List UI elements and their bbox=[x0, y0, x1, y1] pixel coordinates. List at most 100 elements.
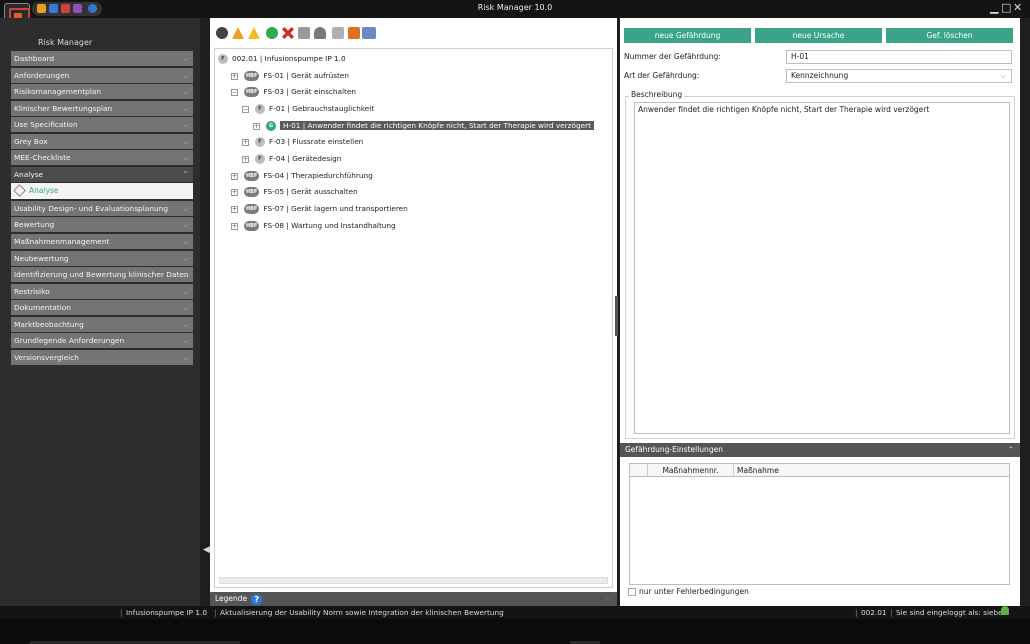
nav-label: Neubewertung bbox=[14, 253, 69, 263]
nav-item-neubewertung[interactable]: Neubewertung ⌵ bbox=[11, 250, 193, 266]
nav-subitem-analyse[interactable]: Analyse bbox=[11, 183, 193, 200]
table-icon[interactable] bbox=[362, 27, 376, 39]
node-separator: | bbox=[302, 121, 306, 130]
measures-grid[interactable]: Maßnahmennr. Maßnahme bbox=[629, 463, 1010, 585]
taskbar bbox=[0, 619, 1030, 644]
node-separator: | bbox=[286, 204, 289, 213]
expand-icon[interactable]: + bbox=[231, 172, 238, 180]
chevron-down-icon: ⌵ bbox=[182, 220, 189, 230]
nav-item-analyse[interactable]: Analyse ⌃ bbox=[11, 166, 193, 182]
nav-item-klinische-daten[interactable]: Identifizierung und Bewertung klinischer… bbox=[11, 267, 193, 283]
nav-item-versionsvergleich[interactable]: Versionsvergleich ⌵ bbox=[11, 349, 193, 365]
nav-item-dashboard[interactable]: Dashboard ⌵ bbox=[11, 51, 193, 66]
nav-item-marktbeobachtung[interactable]: Marktbeobachtung ⌵ bbox=[11, 316, 193, 332]
expand-icon[interactable]: + bbox=[231, 188, 238, 196]
column-header-massnahme[interactable]: Maßnahme bbox=[734, 464, 1009, 477]
node-label: FS-01 | Gerät aufrüsten bbox=[263, 71, 349, 80]
hazard-number-field[interactable]: H-01 bbox=[786, 50, 1012, 64]
glasses-icon[interactable] bbox=[216, 27, 228, 39]
hazard-type-select[interactable]: Kennzeichnung ⌵ bbox=[786, 69, 1012, 83]
tree-node[interactable]: − F F-01 | Gebrauchstauglichkeit bbox=[242, 103, 374, 115]
tree-node[interactable]: + HBF FS-07 | Gerät lagern und transportie… bbox=[231, 203, 408, 215]
quick-save-icon[interactable] bbox=[49, 4, 58, 13]
expand-icon[interactable]: + bbox=[231, 205, 238, 213]
copy-icon[interactable] bbox=[298, 27, 310, 39]
checkbox-box[interactable] bbox=[628, 588, 636, 596]
nav-label: MEE-Checkliste bbox=[14, 153, 71, 163]
add-icon[interactable] bbox=[266, 27, 278, 39]
hazard-tree[interactable]: F 002.01 | Infusionspumpe IP 1.0 + HBF FS-0… bbox=[214, 48, 613, 588]
expand-icon[interactable]: + bbox=[242, 138, 249, 146]
nav-item-use-specification[interactable]: Use Specification ⌵ bbox=[11, 117, 193, 133]
collapse-icon[interactable]: − bbox=[242, 105, 249, 113]
nav-item-dokumentation[interactable]: Dokumentation ⌵ bbox=[11, 300, 193, 316]
new-hazard-button[interactable]: neue Gefährdung bbox=[624, 28, 751, 43]
node-label: F-01 | Gebrauchstauglichkeit bbox=[269, 104, 374, 113]
tree-node[interactable]: + HBF FS-05 | Gerät ausschalten bbox=[231, 186, 358, 198]
description-textarea[interactable]: Anwender findet die richtigen Knöpfe nic… bbox=[634, 102, 1010, 434]
quick-settings-icon[interactable] bbox=[73, 4, 82, 13]
legend-bar[interactable]: Legende? ⌵ bbox=[210, 592, 617, 606]
tree-node-root[interactable]: F 002.01 | Infusionspumpe IP 1.0 bbox=[218, 53, 346, 65]
expand-icon[interactable]: + bbox=[253, 122, 260, 130]
expand-icon[interactable]: + bbox=[242, 155, 249, 163]
close-icon[interactable]: ✕ bbox=[1013, 1, 1022, 14]
status-separator: | bbox=[120, 608, 123, 617]
tree-node[interactable]: + F F-04 | Gerätedesign bbox=[242, 153, 341, 165]
nav-label: Dokumentation bbox=[14, 303, 71, 313]
nav-item-usability-design[interactable]: Usability Design- und Evaluationsplanung… bbox=[11, 200, 193, 216]
chevron-up-icon: ⌃ bbox=[1007, 445, 1014, 454]
nav-item-grey-box[interactable]: Grey Box ⌵ bbox=[11, 133, 193, 149]
warning-orange-icon[interactable] bbox=[232, 27, 244, 39]
chevron-down-icon: ⌵ bbox=[182, 352, 189, 362]
node-label: F-04 | Gerätedesign bbox=[269, 154, 341, 163]
hazard-settings-header[interactable]: Gefährdung-Einstellungen ⌃ bbox=[620, 443, 1020, 457]
nav-item-massnahmenmanagement[interactable]: Maßnahmenmanagement ⌵ bbox=[11, 234, 193, 250]
quick-tools-icon[interactable] bbox=[61, 4, 70, 13]
node-title: Wartung und Instandhaltung bbox=[291, 221, 396, 230]
warning-yellow-icon[interactable] bbox=[248, 27, 260, 39]
panel-splitter[interactable] bbox=[615, 296, 618, 336]
help-icon[interactable]: ? bbox=[251, 593, 263, 605]
tree-node[interactable]: + F F-03 | Flussrate einstellen bbox=[242, 136, 363, 148]
maximize-icon[interactable]: □ bbox=[1001, 1, 1011, 14]
new-cause-button[interactable]: neue Ursache bbox=[755, 28, 882, 43]
tree-node[interactable]: + HBF FS-08 | Wartung und Instandhaltung bbox=[231, 220, 396, 232]
collapse-sidebar-arrow-icon[interactable]: ◀ bbox=[203, 545, 210, 561]
nav-label: Anforderungen bbox=[14, 70, 70, 80]
node-id: H-01 bbox=[283, 121, 301, 130]
node-separator: | bbox=[286, 171, 289, 180]
node-type-badge: HBF bbox=[244, 171, 260, 181]
quick-help-icon[interactable] bbox=[88, 4, 97, 13]
horizontal-scrollbar[interactable] bbox=[219, 577, 608, 584]
collapse-icon[interactable]: − bbox=[231, 88, 238, 96]
error-conditions-checkbox[interactable]: nur unter Fehlerbedingungen bbox=[628, 587, 749, 596]
tree-node[interactable]: + HBF FS-04 | Therapiedurchführung bbox=[231, 170, 373, 182]
node-id: FS-05 bbox=[263, 187, 285, 196]
expand-icon[interactable]: + bbox=[231, 222, 238, 230]
delete-hazard-button[interactable]: Gef. löschen bbox=[886, 28, 1013, 43]
nav-item-grundlegende-anforderungen[interactable]: Grundlegende Anforderungen ⌵ bbox=[11, 333, 193, 349]
tree-node-selected[interactable]: + G H-01 | Anwender findet die richtigen K… bbox=[253, 120, 594, 132]
nav-item-mee-checkliste[interactable]: MEE-Checkliste ⌵ bbox=[11, 150, 193, 166]
delete-icon[interactable] bbox=[282, 27, 294, 39]
chevron-down-icon: ⌵ bbox=[605, 594, 611, 603]
paste-icon[interactable] bbox=[332, 27, 344, 39]
node-title: Infusionspumpe IP 1.0 bbox=[264, 54, 346, 63]
nav-item-anforderungen[interactable]: Anforderungen ⌵ bbox=[11, 67, 193, 83]
nav-item-bewertung[interactable]: Bewertung ⌵ bbox=[11, 217, 193, 233]
nav-item-klinischer-bewertungsplan[interactable]: Klinischer Bewertungsplan ⌵ bbox=[11, 100, 193, 116]
node-id: F-03 bbox=[269, 137, 286, 146]
tree-node[interactable]: − HBF FS-03 | Gerät einschalten bbox=[231, 86, 356, 98]
expand-icon[interactable]: + bbox=[231, 72, 238, 80]
nav-item-risikomanagementplan[interactable]: Risikomanagementplan ⌵ bbox=[11, 84, 193, 100]
nav-item-restrisiko[interactable]: Restrisiko ⌵ bbox=[11, 283, 193, 299]
chevron-down-icon: ⌵ bbox=[182, 153, 189, 163]
nav-label: Identifizierung und Bewertung klinischer… bbox=[14, 270, 189, 280]
tree-node[interactable]: + HBF FS-01 | Gerät aufrüsten bbox=[231, 70, 349, 82]
minimize-icon[interactable]: ▁ bbox=[990, 1, 998, 14]
chart-icon[interactable] bbox=[348, 27, 360, 39]
quick-open-icon[interactable] bbox=[37, 4, 46, 13]
column-header-massnahmennr[interactable]: Maßnahmennr. bbox=[648, 464, 734, 477]
cut-icon[interactable] bbox=[314, 27, 326, 39]
